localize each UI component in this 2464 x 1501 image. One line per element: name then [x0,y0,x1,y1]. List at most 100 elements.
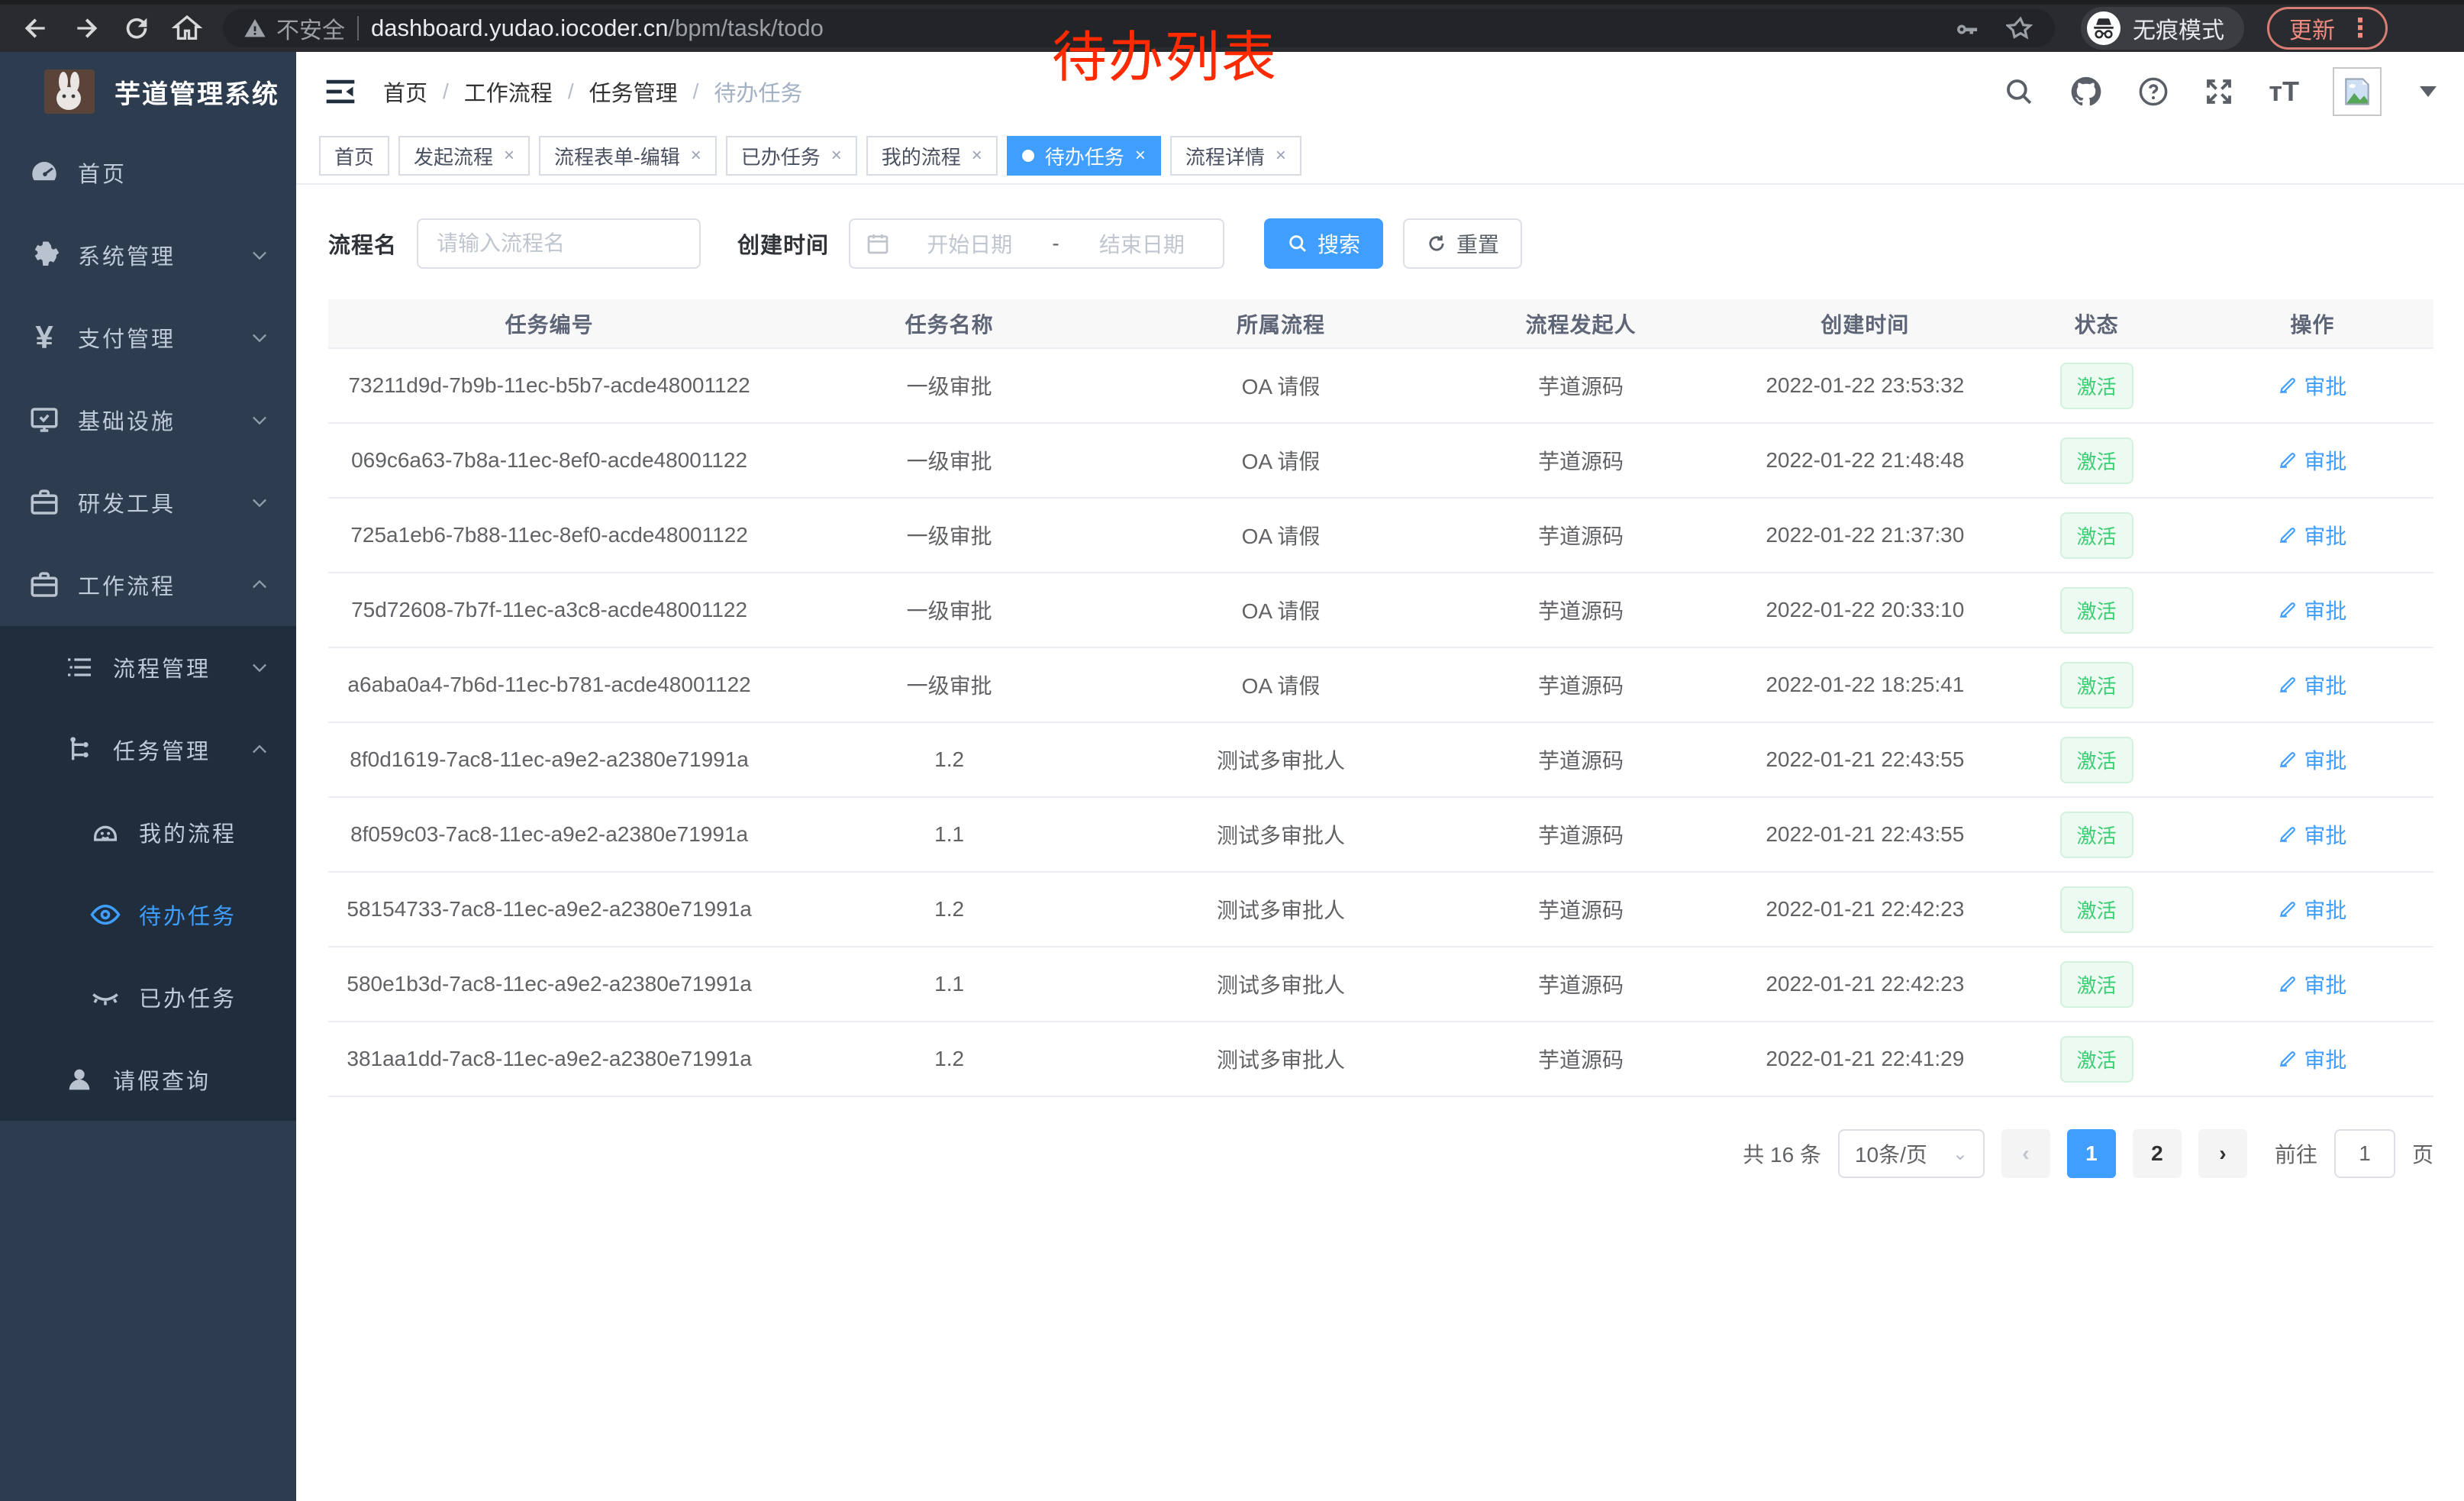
prev-page-button[interactable]: ‹ [2001,1129,2050,1178]
sidebar-item-system[interactable]: 系统管理 [0,214,296,296]
approve-button[interactable]: 审批 [2278,969,2346,999]
sidebar-item-process-management[interactable]: 流程管理 [0,626,296,709]
tab-process-detail[interactable]: 流程详情× [1170,136,1301,176]
tab-done-tasks[interactable]: 已办任务× [726,136,857,176]
filter-form: 流程名 创建时间 开始日期 - 结束日期 搜索 重置 [328,218,2433,269]
sidebar-item-task-management[interactable]: 任务管理 [0,709,296,791]
active-dot [1022,150,1034,162]
goto-page-input[interactable] [2334,1129,2395,1178]
help-icon[interactable] [2137,76,2169,108]
breadcrumb-task-management[interactable]: 任务管理 [589,76,678,108]
chevron-down-icon [249,327,270,348]
table-row: 8f059c03-7ac8-11ec-a9e2-a2380e71991a1.1测… [328,797,2433,872]
sidebar-item-dev-tools[interactable]: 研发工具 [0,461,296,544]
browser-home-icon[interactable] [165,6,209,50]
edit-pen-icon [2278,974,2298,994]
approve-button[interactable]: 审批 [2278,819,2346,850]
tab-process-form-edit[interactable]: 流程表单-编辑× [539,136,717,176]
browser-reload-icon[interactable] [114,6,159,50]
goto-label: 前往 [2275,1138,2317,1169]
avatar-caret-icon[interactable] [2420,86,2437,97]
github-icon[interactable] [2069,74,2104,109]
app-logo [44,69,95,114]
browser-menu-icon[interactable]: ⋮ [2347,15,2373,41]
close-icon[interactable]: × [1135,145,1146,166]
eye-closed-icon [85,981,125,1013]
col-create-time: 创建时间 [1728,299,2002,348]
edit-pen-icon [2278,1049,2298,1069]
approve-button[interactable]: 审批 [2278,370,2346,401]
date-range-picker[interactable]: 开始日期 - 结束日期 [849,218,1224,269]
yen-icon: ¥ [24,319,64,356]
avatar[interactable] [2333,67,2382,116]
approve-button[interactable]: 审批 [2278,595,2346,625]
start-date-placeholder: 开始日期 [904,228,1035,259]
process-name-input[interactable] [417,218,701,269]
calendar-icon [866,231,890,256]
tab-todo-tasks[interactable]: 待办任务× [1007,136,1161,176]
close-icon[interactable]: × [972,145,982,166]
approve-button[interactable]: 审批 [2278,1044,2346,1074]
status-badge: 激活 [2060,437,2133,484]
tab-my-process[interactable]: 我的流程× [866,136,998,176]
edit-pen-icon [2278,450,2298,470]
reset-button[interactable]: 重置 [1403,218,1522,269]
close-icon[interactable]: × [831,145,842,166]
sidebar-collapse-icon[interactable] [324,76,357,107]
status-badge: 激活 [2060,587,2133,634]
incognito-badge: 无痕模式 [2081,7,2244,50]
next-page-button[interactable]: › [2198,1129,2247,1178]
sidebar-item-infrastructure[interactable]: 基础设施 [0,379,296,461]
gear-icon [24,239,64,271]
sidebar-item-my-process[interactable]: 我的流程 [0,791,296,873]
approve-button[interactable]: 审批 [2278,744,2346,775]
list-tree-icon [60,652,99,683]
edit-pen-icon [2278,675,2298,695]
create-time-label: 创建时间 [737,228,829,260]
sidebar-item-payment[interactable]: ¥ 支付管理 [0,296,296,379]
edit-pen-icon [2278,600,2298,620]
edit-pen-icon [2278,525,2298,545]
breadcrumb-current: 待办任务 [714,76,802,108]
table-row: 75d72608-7b7f-11ec-a3c8-acde48001122一级审批… [328,573,2433,647]
security-warning[interactable]: 不安全 [243,11,345,45]
font-size-icon[interactable]: тT [2269,76,2299,108]
close-icon[interactable]: × [1276,145,1286,166]
status-badge: 激活 [2060,662,2133,709]
tab-start-process[interactable]: 发起流程× [398,136,530,176]
browser-forward-icon[interactable] [64,6,108,50]
status-badge: 激活 [2060,886,2133,933]
page-button-2[interactable]: 2 [2133,1129,2182,1178]
workflow-submenu: 流程管理 任务管理 我的流程 待办任务 [0,626,296,1121]
sidebar-item-home[interactable]: 首页 [0,131,296,214]
tab-home[interactable]: 首页 [319,136,389,176]
search-button[interactable]: 搜索 [1264,218,1383,269]
app-logo-row[interactable]: 芋道管理系统 [0,52,296,131]
sidebar-item-workflow[interactable]: 工作流程 [0,544,296,626]
page-size-select[interactable]: 10条/页 ⌄ [1838,1129,1985,1178]
close-icon[interactable]: × [691,145,701,166]
approve-button[interactable]: 审批 [2278,445,2346,476]
sidebar-item-done-tasks[interactable]: 已办任务 [0,956,296,1038]
page-button-1[interactable]: 1 [2067,1129,2116,1178]
table-header-row: 任务编号 任务名称 所属流程 流程发起人 创建时间 状态 操作 [328,299,2433,348]
table-row: 725a1eb6-7b88-11ec-8ef0-acde48001122一级审批… [328,498,2433,573]
bookmark-star-icon[interactable] [2006,14,2035,43]
sidebar-item-leave-query[interactable]: 请假查询 [0,1038,296,1121]
close-icon[interactable]: × [504,145,514,166]
approve-button[interactable]: 审批 [2278,670,2346,700]
col-action: 操作 [2191,299,2433,348]
browser-back-icon[interactable] [14,6,58,50]
approve-button[interactable]: 审批 [2278,894,2346,925]
breadcrumb-home[interactable]: 首页 [383,76,427,108]
edit-pen-icon [2278,750,2298,770]
breadcrumb-workflow[interactable]: 工作流程 [464,76,553,108]
url-text[interactable]: dashboard.yudao.iocoder.cn/bpm/task/todo [371,15,824,42]
approve-button[interactable]: 审批 [2278,520,2346,550]
password-key-icon[interactable] [1953,15,1980,42]
tree-branch-icon [60,734,99,765]
search-icon[interactable] [2003,76,2035,108]
browser-update-button[interactable]: 更新 ⋮ [2267,7,2388,50]
sidebar-item-todo-tasks[interactable]: 待办任务 [0,873,296,956]
fullscreen-icon[interactable] [2203,76,2235,108]
